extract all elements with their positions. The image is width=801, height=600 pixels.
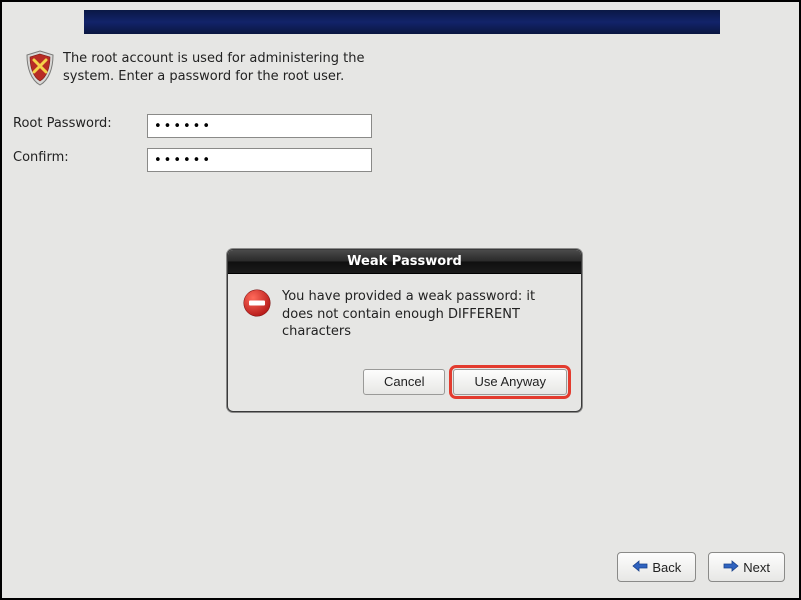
- arrow-left-icon: [632, 560, 648, 575]
- shield-icon: [25, 50, 55, 86]
- dialog-title: Weak Password: [228, 250, 581, 274]
- cancel-button[interactable]: Cancel: [363, 369, 445, 395]
- back-button-label: Back: [652, 560, 681, 575]
- back-button[interactable]: Back: [617, 552, 696, 582]
- error-icon: [242, 288, 272, 318]
- arrow-right-icon: [723, 560, 739, 575]
- intro-row: The root account is used for administeri…: [25, 50, 381, 86]
- dialog-body: You have provided a weak password: it do…: [228, 274, 581, 411]
- next-button[interactable]: Next: [708, 552, 785, 582]
- root-password-label: Root Password:: [13, 116, 147, 131]
- wizard-nav: Back Next: [617, 552, 785, 582]
- top-banner: [84, 10, 720, 34]
- confirm-input[interactable]: [147, 148, 372, 172]
- dialog-message: You have provided a weak password: it do…: [282, 288, 567, 341]
- password-form: Root Password: Confirm:: [13, 114, 372, 182]
- next-button-label: Next: [743, 560, 770, 575]
- use-anyway-button[interactable]: Use Anyway: [453, 369, 567, 395]
- weak-password-dialog: Weak Password You have provided a weak p…: [227, 249, 582, 412]
- confirm-label: Confirm:: [13, 150, 147, 165]
- intro-text: The root account is used for administeri…: [63, 50, 381, 85]
- root-password-input[interactable]: [147, 114, 372, 138]
